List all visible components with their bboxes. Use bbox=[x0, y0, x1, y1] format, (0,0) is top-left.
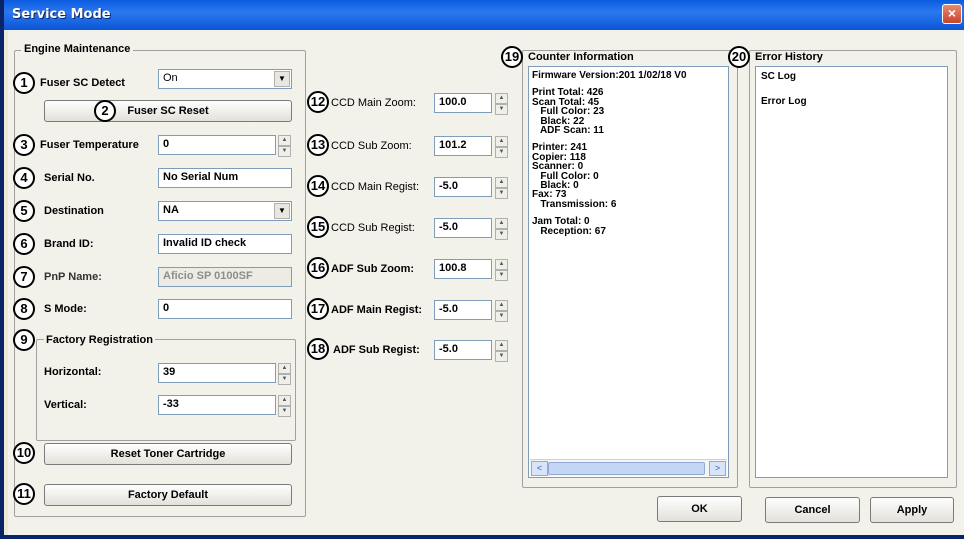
fuser-temperature-label: Fuser Temperature bbox=[40, 139, 139, 151]
callout-14: 14 bbox=[307, 175, 329, 197]
dialog-body: Engine Maintenance 1 Fuser SC Detect On … bbox=[8, 30, 964, 535]
callout-13: 13 bbox=[307, 134, 329, 156]
callout-7: 7 bbox=[13, 266, 35, 288]
ccd-main-zoom-label: CCD Main Zoom: bbox=[331, 97, 416, 109]
adf-sub-zoom-spinner[interactable]: ▲ ▼ bbox=[495, 259, 508, 281]
callout-9: 9 bbox=[13, 329, 35, 351]
callout-3: 3 bbox=[13, 134, 35, 156]
counter-information-list[interactable]: Firmware Version:201 1/02/18 V0 Print Tot… bbox=[528, 66, 729, 478]
horizontal-label: Horizontal: bbox=[44, 366, 102, 378]
ccd-sub-regist-label: CCD Sub Regist: bbox=[331, 222, 415, 234]
ccd-main-regist-label: CCD Main Regist: bbox=[331, 181, 420, 193]
title-bar: Service Mode × bbox=[4, 0, 964, 30]
error-history-label: Error History bbox=[753, 51, 825, 63]
callout-1: 1 bbox=[13, 72, 35, 94]
brand-id-input[interactable]: Invalid ID check bbox=[158, 234, 292, 254]
callout-4: 4 bbox=[13, 167, 35, 189]
adf-sub-regist-spinner[interactable]: ▲ ▼ bbox=[495, 340, 508, 362]
destination-label: Destination bbox=[44, 205, 104, 217]
adf-main-regist-spinner[interactable]: ▲ ▼ bbox=[495, 300, 508, 322]
destination-select[interactable]: NA ▼ bbox=[158, 201, 292, 221]
list-item-sc-log[interactable]: SC Log bbox=[761, 71, 796, 82]
ccd-sub-zoom-input[interactable]: 101.2 bbox=[434, 136, 492, 156]
callout-2: 2 bbox=[94, 100, 116, 122]
fuser-sc-detect-select[interactable]: On ▼ bbox=[158, 69, 292, 89]
error-history-list[interactable]: SC Log Error Log bbox=[755, 66, 948, 478]
ccd-main-regist-spinner[interactable]: ▲ ▼ bbox=[495, 177, 508, 199]
adf-sub-regist-label: ADF Sub Regist: bbox=[333, 344, 420, 356]
fuser-sc-reset-button[interactable]: Fuser SC Reset bbox=[44, 100, 292, 122]
factory-registration-group bbox=[36, 339, 296, 441]
window-title: Service Mode bbox=[12, 7, 111, 22]
close-button[interactable]: × bbox=[942, 4, 962, 24]
counter-information-label: Counter Information bbox=[526, 51, 636, 63]
serial-no-input[interactable]: No Serial Num bbox=[158, 168, 292, 188]
pnp-name-input: Aficio SP 0100SF bbox=[158, 267, 292, 287]
adf-sub-zoom-label: ADF Sub Zoom: bbox=[331, 263, 415, 275]
ccd-main-zoom-spinner[interactable]: ▲ ▼ bbox=[495, 93, 508, 115]
cancel-button[interactable]: Cancel bbox=[765, 497, 860, 523]
counter-line: Transmission: 6 bbox=[532, 198, 617, 210]
horizontal-input[interactable]: 39 bbox=[158, 363, 276, 383]
callout-8: 8 bbox=[13, 298, 35, 320]
callout-16: 16 bbox=[307, 257, 329, 279]
adf-main-regist-input[interactable]: -5.0 bbox=[434, 300, 492, 320]
vertical-label: Vertical: bbox=[44, 399, 87, 411]
callout-11: 11 bbox=[13, 483, 35, 505]
callout-19: 19 bbox=[501, 46, 523, 68]
fuser-temperature-input[interactable]: 0 bbox=[158, 135, 276, 155]
vertical-input[interactable]: -33 bbox=[158, 395, 276, 415]
callout-6: 6 bbox=[13, 233, 35, 255]
engine-maintenance-label: Engine Maintenance bbox=[21, 43, 134, 55]
fuser-temperature-spinner[interactable]: ▲ ▼ bbox=[278, 135, 291, 157]
s-mode-label: S Mode: bbox=[44, 303, 87, 315]
vertical-spinner[interactable]: ▲ ▼ bbox=[278, 395, 291, 417]
serial-no-label: Serial No. bbox=[44, 172, 95, 184]
destination-value: NA bbox=[163, 204, 179, 216]
reset-toner-cartridge-button[interactable]: Reset Toner Cartridge bbox=[44, 443, 292, 465]
callout-10: 10 bbox=[13, 442, 35, 464]
ccd-sub-regist-spinner[interactable]: ▲ ▼ bbox=[495, 218, 508, 240]
scroll-left-icon[interactable]: < bbox=[531, 461, 548, 476]
s-mode-input[interactable]: 0 bbox=[158, 299, 292, 319]
apply-button[interactable]: Apply bbox=[870, 497, 954, 523]
scroll-right-icon[interactable]: > bbox=[709, 461, 726, 476]
factory-default-button[interactable]: Factory Default bbox=[44, 484, 292, 506]
adf-main-regist-label: ADF Main Regist: bbox=[331, 304, 423, 316]
counter-lines: Firmware Version:201 1/02/18 V0 Print Tot… bbox=[532, 70, 687, 237]
adf-sub-regist-input[interactable]: -5.0 bbox=[434, 340, 492, 360]
ccd-sub-regist-input[interactable]: -5.0 bbox=[434, 218, 492, 238]
horizontal-spinner[interactable]: ▲ ▼ bbox=[278, 363, 291, 385]
brand-id-label: Brand ID: bbox=[44, 238, 94, 250]
ccd-main-zoom-input[interactable]: 100.0 bbox=[434, 93, 492, 113]
fuser-sc-detect-label: Fuser SC Detect bbox=[40, 77, 125, 89]
pnp-name-label: PnP Name: bbox=[44, 271, 102, 283]
adf-sub-zoom-input[interactable]: 100.8 bbox=[434, 259, 492, 279]
callout-20: 20 bbox=[728, 46, 750, 68]
factory-registration-label: Factory Registration bbox=[44, 334, 155, 346]
callout-15: 15 bbox=[307, 216, 329, 238]
callout-18: 18 bbox=[307, 338, 329, 360]
counter-line: Reception: 67 bbox=[532, 225, 606, 237]
fuser-sc-detect-value: On bbox=[163, 72, 178, 84]
chevron-down-icon[interactable]: ▼ bbox=[274, 203, 290, 219]
counter-line: ADF Scan: 11 bbox=[532, 125, 604, 137]
callout-12: 12 bbox=[307, 91, 329, 113]
callout-5: 5 bbox=[13, 200, 35, 222]
counter-line: Firmware Version:201 1/02/18 V0 bbox=[532, 70, 687, 81]
service-mode-window: Service Mode × Engine Maintenance 1 Fuse… bbox=[0, 0, 964, 539]
chevron-down-icon[interactable]: ▼ bbox=[274, 71, 290, 87]
ccd-main-regist-input[interactable]: -5.0 bbox=[434, 177, 492, 197]
list-item-error-log[interactable]: Error Log bbox=[761, 96, 807, 107]
horizontal-scrollbar[interactable]: < > bbox=[530, 459, 727, 476]
scroll-thumb[interactable] bbox=[548, 462, 705, 475]
ok-button[interactable]: OK bbox=[657, 496, 742, 522]
callout-17: 17 bbox=[307, 298, 329, 320]
ccd-sub-zoom-spinner[interactable]: ▲ ▼ bbox=[495, 136, 508, 158]
ccd-sub-zoom-label: CCD Sub Zoom: bbox=[331, 140, 412, 152]
